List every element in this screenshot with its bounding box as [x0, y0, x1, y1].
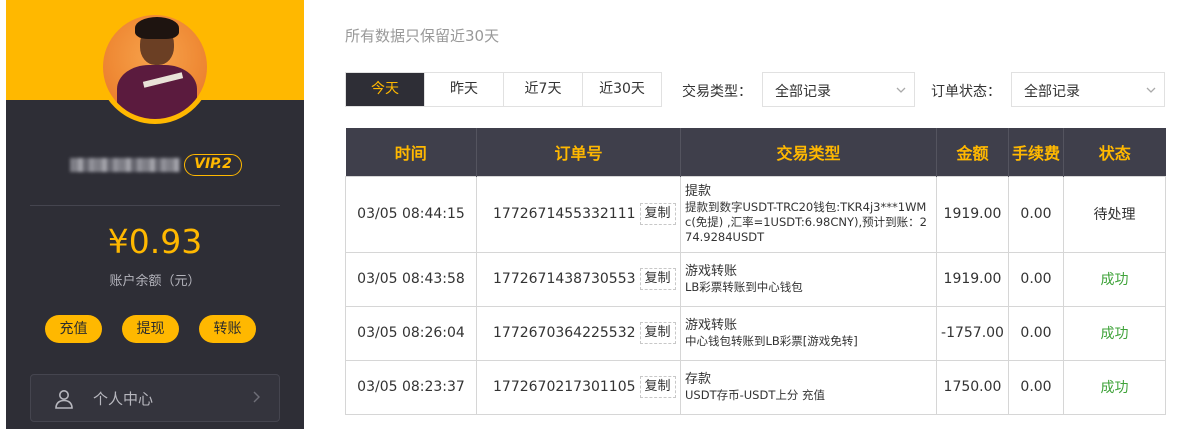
page-subtitle: 所有数据只保留近30天: [345, 27, 500, 45]
cell-status: 成功: [1063, 359, 1166, 415]
transfer-button[interactable]: 转账: [199, 315, 256, 343]
cell-order: 1772671438730553 复制: [476, 251, 681, 307]
copy-button[interactable]: 复制: [639, 268, 676, 290]
type-title: 提款: [685, 183, 712, 199]
balance-label: 账户余额（元）: [109, 274, 201, 289]
order-number: 1772671438730553: [493, 271, 636, 287]
order-number: 1772671455332111: [493, 206, 636, 222]
cell-amount: 1919.00: [936, 175, 1009, 253]
cell-time: 03/05 08:23:37: [345, 359, 477, 415]
tab-yesterday[interactable]: 昨天: [425, 73, 504, 106]
cell-amount: -1757.00: [936, 305, 1009, 361]
tab-today[interactable]: 今天: [346, 73, 425, 106]
order-status-select[interactable]: 全部记录: [1011, 72, 1165, 107]
table-row: 03/05 08:23:37 1772670217301105 复制 存款 USDT…: [345, 359, 1166, 415]
type-detail: 提款到数字USDT-TRC20钱包:TKR4j3***1WMc(免提) ,汇率=…: [685, 199, 927, 244]
copy-button[interactable]: 复制: [639, 203, 676, 225]
copy-button[interactable]: 复制: [639, 322, 676, 344]
sidebar: VIP.2 ¥0.93 账户余额（元） 充值 提现 转账 个人中心: [6, 0, 304, 429]
type-detail: USDT存币-USDT上分 充值: [685, 387, 825, 402]
order-status-label: 订单状态：: [931, 84, 1001, 100]
recharge-button[interactable]: 充值: [45, 315, 102, 343]
cell-amount: 1919.00: [936, 251, 1009, 307]
header-order-no: 订单号: [476, 128, 681, 176]
cell-fee: 0.00: [1008, 359, 1064, 415]
table-header-row: 时间 订单号 交易类型 金额 手续费 状态: [345, 128, 1166, 176]
balance-value: ¥0.93: [107, 222, 203, 261]
header-status: 状态: [1098, 143, 1131, 163]
order-number: 1772670364225532: [493, 325, 636, 341]
cell-time: 03/05 08:43:58: [345, 251, 477, 307]
cell-time: 03/05 08:26:04: [345, 305, 477, 361]
date-range-tabs: 今天 昨天 近7天 近30天: [345, 72, 662, 107]
transaction-type-select[interactable]: 全部记录: [762, 72, 915, 107]
tab-last-7-days[interactable]: 近7天: [504, 73, 583, 106]
type-title: 游戏转账: [685, 263, 738, 279]
avatar[interactable]: [98, 10, 212, 124]
table-row: 03/05 08:26:04 1772670364225532 复制 游戏转账 中心…: [345, 305, 1166, 361]
menu-item-personal-center[interactable]: 个人中心: [30, 374, 280, 422]
table-row: 03/05 08:43:58 1772671438730553 复制 游戏转账 LB…: [345, 251, 1166, 307]
cell-type: 提款 提款到数字USDT-TRC20钱包:TKR4j3***1WMc(免提) ,汇…: [680, 175, 937, 253]
cell-fee: 0.00: [1008, 305, 1064, 361]
sidebar-divider: [30, 205, 280, 206]
avatar-figure-body: [117, 65, 197, 119]
chevron-right-icon: [253, 391, 260, 403]
cell-type: 游戏转账 中心钱包转账到LB彩票[游戏免转]: [680, 305, 937, 361]
transaction-type-value: 全部记录: [775, 84, 831, 100]
copy-button[interactable]: 复制: [639, 376, 676, 398]
transactions-table: 时间 订单号 交易类型 金额 手续费 状态 03/05 08:44:15 177…: [345, 128, 1166, 415]
header-amount: 金额: [936, 128, 1009, 176]
cell-time: 03/05 08:44:15: [345, 175, 477, 253]
cell-status: 成功: [1063, 305, 1166, 361]
order-status-value: 全部记录: [1024, 84, 1080, 100]
chevron-down-icon: [896, 87, 906, 93]
order-number: 1772670217301105: [493, 379, 636, 395]
header-fee: 手续费: [1008, 128, 1064, 176]
cell-status: 成功: [1063, 251, 1166, 307]
header-time: 时间: [345, 128, 477, 176]
cell-order: 1772670217301105 复制: [476, 359, 681, 415]
type-detail: 中心钱包转账到LB彩票[游戏免转]: [685, 333, 858, 348]
cell-order: 1772670364225532 复制: [476, 305, 681, 361]
table-row: 03/05 08:44:15 1772671455332111 复制 提款 提款到数…: [345, 175, 1166, 253]
header-transaction-type: 交易类型: [680, 128, 937, 176]
username-redacted: [70, 158, 180, 172]
type-detail: LB彩票转账到中心钱包: [685, 279, 803, 294]
cell-fee: 0.00: [1008, 251, 1064, 307]
type-title: 游戏转账: [685, 317, 738, 333]
menu-item-label: 个人中心: [93, 390, 154, 408]
cell-status: 待处理: [1063, 175, 1166, 253]
cell-type: 游戏转账 LB彩票转账到中心钱包: [680, 251, 937, 307]
withdraw-button[interactable]: 提现: [122, 315, 179, 343]
chevron-down-icon: [1146, 87, 1156, 93]
cell-type: 存款 USDT存币-USDT上分 充值: [680, 359, 937, 415]
vip-badge: VIP.2: [184, 154, 242, 176]
cell-order: 1772671455332111 复制: [476, 175, 681, 253]
transaction-type-label: 交易类型：: [682, 84, 752, 100]
cell-amount: 1750.00: [936, 359, 1009, 415]
transactions-table-wrapper: 时间 订单号 交易类型 金额 手续费 状态 03/05 08:44:15 177…: [345, 128, 1166, 415]
cell-fee: 0.00: [1008, 175, 1064, 253]
type-title: 存款: [685, 371, 712, 387]
tab-last-30-days[interactable]: 近30天: [583, 73, 661, 106]
avatar-figure-hair: [135, 17, 179, 39]
user-icon: [55, 390, 73, 409]
user-row: VIP.2: [6, 152, 304, 180]
